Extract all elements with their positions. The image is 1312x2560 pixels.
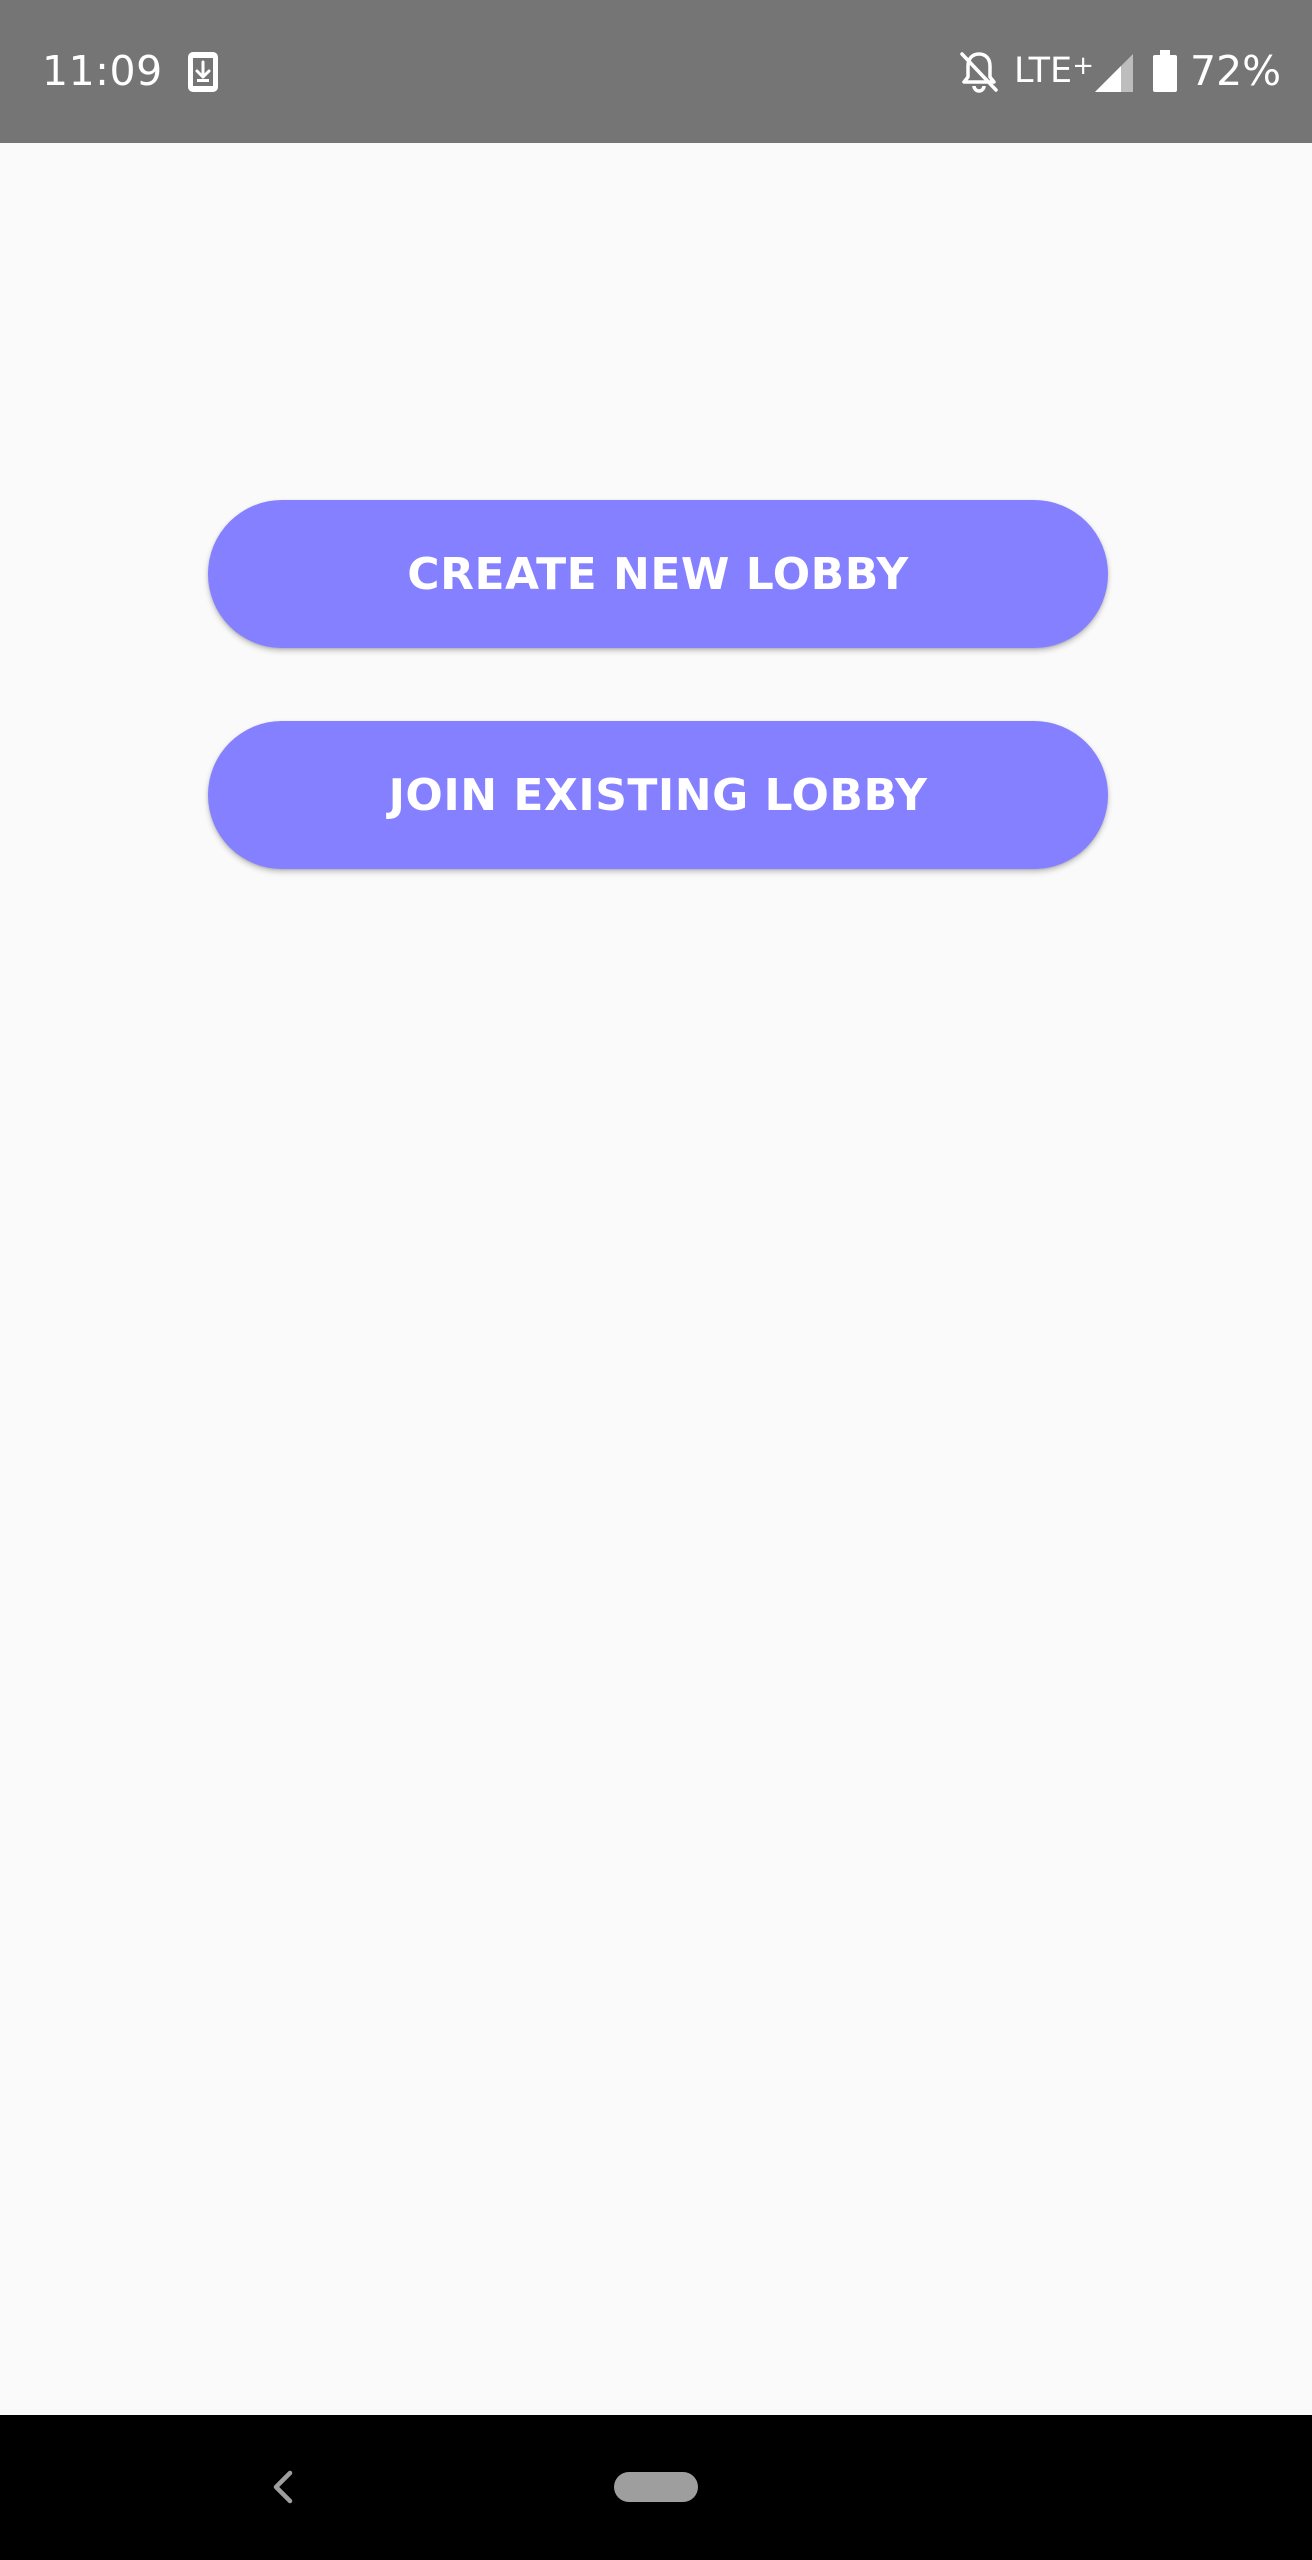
main-content: CREATE NEW LOBBY JOIN EXISTING LOBBY — [0, 143, 1312, 2415]
create-new-lobby-button[interactable]: CREATE NEW LOBBY — [208, 500, 1108, 648]
status-time: 11:09 — [42, 47, 163, 95]
navigation-bar — [0, 2415, 1312, 2560]
download-icon — [187, 51, 219, 93]
home-handle[interactable] — [614, 2472, 698, 2502]
mute-icon — [958, 50, 1000, 94]
network-suffix: + — [1072, 51, 1094, 81]
battery-icon — [1153, 50, 1177, 92]
status-bar: 11:09 LTE+ 72% — [0, 0, 1312, 143]
back-icon[interactable] — [262, 2463, 302, 2511]
network-type: LTE — [1014, 51, 1073, 91]
signal-icon — [1095, 54, 1133, 92]
network-indicator: LTE+ — [1014, 0, 1094, 143]
join-existing-lobby-button[interactable]: JOIN EXISTING LOBBY — [208, 721, 1108, 869]
battery-percent: 72% — [1190, 47, 1282, 95]
